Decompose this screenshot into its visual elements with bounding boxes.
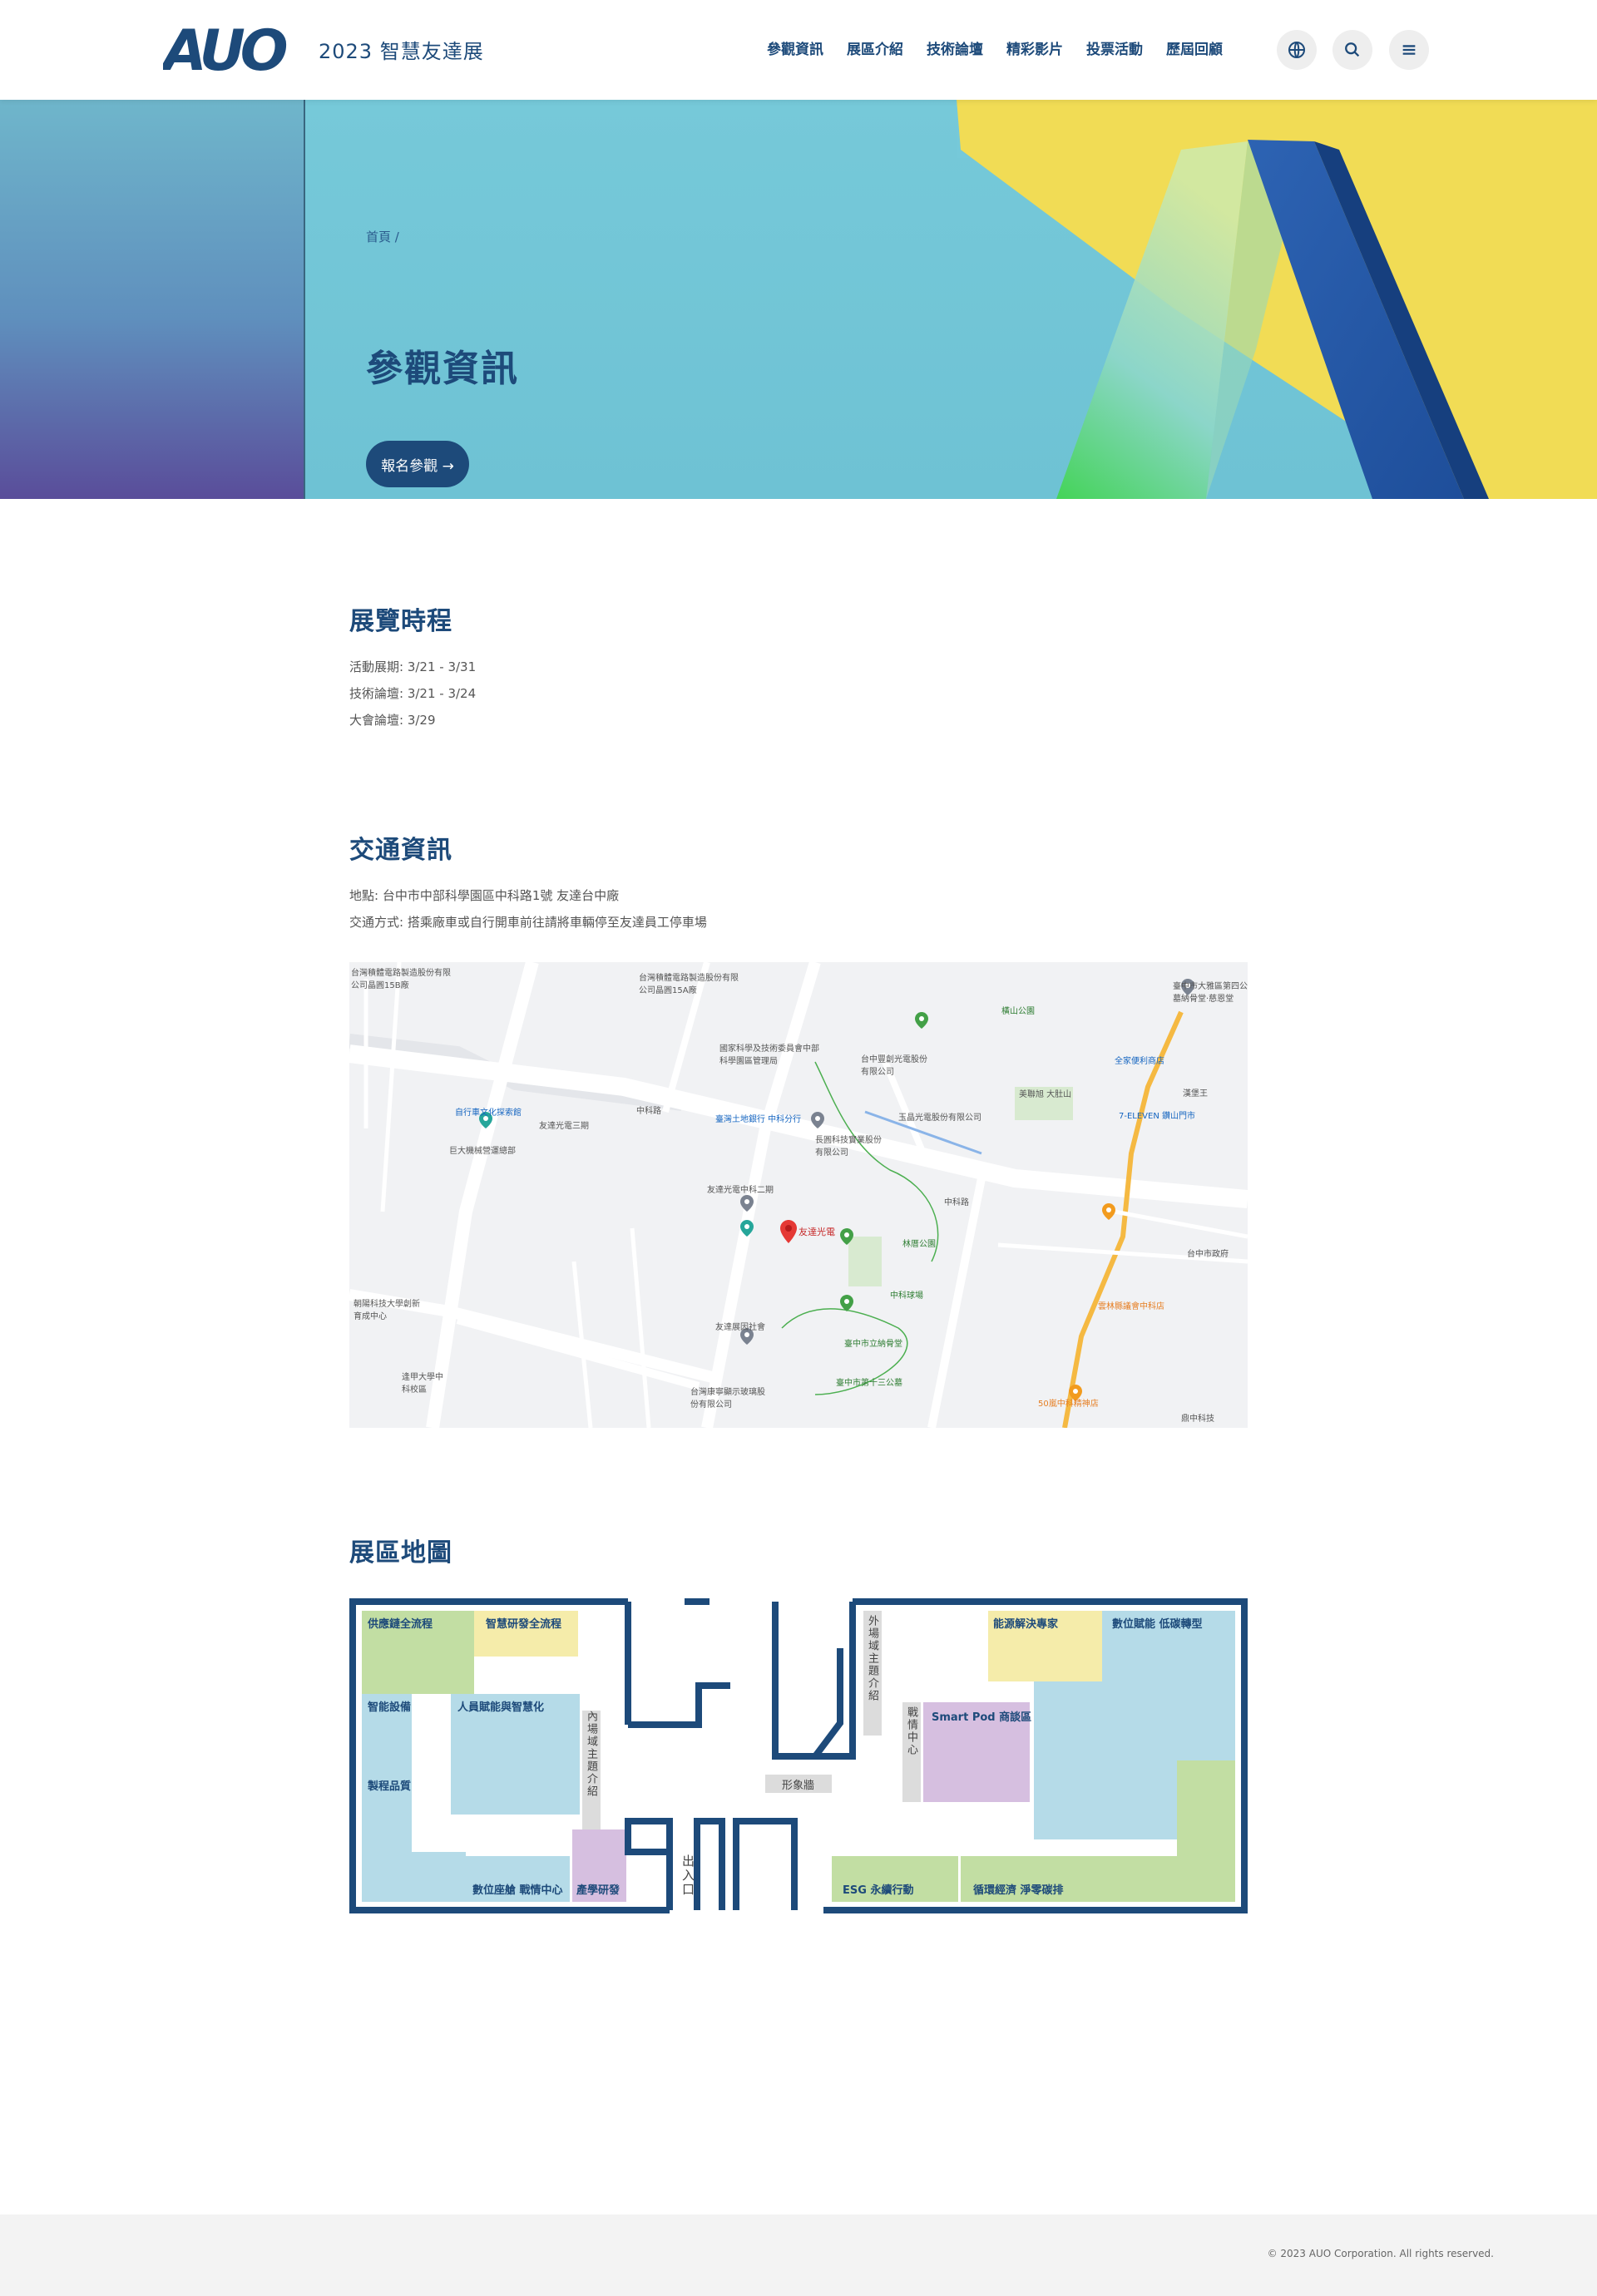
poi-marker-icon[interactable] [740,1195,754,1212]
map-label: 中科球場 [890,1291,923,1301]
schedule-title: 展覽時程 [349,607,452,636]
zone-label[interactable]: 產學研發 [576,1881,620,1897]
map-label: 台灣積體電路製造股份有限公司晶圓15B廠 [351,969,451,990]
breadcrumb[interactable]: 首頁 / [366,228,399,245]
map-label: 台中市政府 [1187,1250,1229,1259]
zone-label[interactable]: 人員賦能與智慧化 [457,1698,544,1714]
map-label: 美聯旭 大肚山 [1019,1090,1072,1099]
poi-marker-icon[interactable] [840,1295,853,1311]
search-button[interactable] [1332,30,1372,70]
map-label: 7-ELEVEN 鑽山門市 [1119,1112,1195,1121]
auo-logo[interactable]: AUO [163,25,298,75]
entrance-label[interactable]: 出入口 [680,1854,697,1904]
poi-marker-icon[interactable] [811,1112,824,1128]
map-road-label: 中科路 [636,1107,661,1116]
language-button[interactable] [1277,30,1317,70]
map-label: 玉晶光電股份有限公司 [898,1113,981,1123]
zone-label[interactable]: 能源解決專家 [993,1615,1058,1631]
floor-map-title: 展區地圖 [349,1538,452,1568]
logo-text: AUO [163,25,287,75]
hero-banner: 首頁 / 參觀資訊 報名參觀 → [0,100,1597,499]
zone-label[interactable]: 循環經濟 淨零碳排 [973,1881,1064,1897]
map-label: 橫山公園 [1001,1007,1035,1016]
hero-3d-letter-graphic [957,100,1597,499]
zone-label[interactable]: 戰情中心 [903,1706,919,1802]
zone-label[interactable]: 外場域主題介紹 [864,1615,880,1736]
map-roads [349,962,1248,1428]
register-visit-button[interactable]: 報名參觀 → [366,441,469,487]
zone-label[interactable]: Smart Pod 商談區 [932,1708,1031,1724]
map-label: 50嵐中科精神店 [1038,1400,1099,1409]
zone-label[interactable]: 數位座艙 戰情中心 [472,1881,563,1897]
menu-icon [1402,45,1416,55]
floor-map: 供應鏈全流程 智慧研發全流程 智能設備 人員賦能與智慧化 製程品質 內場域主題介… [349,1598,1248,1914]
page-title: 參觀資訊 [366,348,519,390]
map-label: 台中豐創光電股份有限公司 [861,1055,927,1077]
zone-label[interactable]: 形象牆 [782,1776,814,1792]
main-nav: 參觀資訊 展區介紹 技術論壇 精彩影片 投票活動 歷屆回顧 [767,37,1246,58]
zone-label[interactable]: 數位賦能 低碳轉型 [1112,1615,1203,1631]
nav-history[interactable]: 歷屆回顧 [1166,37,1223,58]
transport-address: 地點: 台中市中部科學園區中科路1號 友達台中廠 [349,888,620,903]
zone-label[interactable]: 供應鏈全流程 [368,1615,433,1631]
site-title: 2023 智慧友達展 [319,40,484,63]
nav-visit-info[interactable]: 參觀資訊 [767,37,823,58]
poi-marker-icon[interactable] [840,1228,853,1245]
map-label: 台灣康寧顯示玻璃股份有限公司 [690,1388,765,1410]
hero-side-panel [0,100,304,499]
zone-label[interactable]: ESG 永續行動 [843,1881,913,1897]
map-label: 國家科學及技術委員會中部科學園區管理局 [719,1044,819,1066]
map-label: 臺灣土地銀行 中科分行 [715,1115,802,1124]
map-label: 朝陽科技大學創新育成中心 [354,1300,420,1321]
schedule-line: 技術論壇: 3/21 - 3/24 [349,686,477,701]
floor-plan [349,1598,1248,1913]
map-label: 巨大機械營運總部 [449,1147,516,1156]
schedule-line: 活動展期: 3/21 - 3/31 [349,659,477,674]
map-label: 友達展因社會 [715,1323,765,1332]
map-label: 臺中市立納骨堂 [844,1340,902,1349]
site-header: AUO 2023 智慧友達展 參觀資訊 展區介紹 技術論壇 精彩影片 投票活動 … [0,0,1597,100]
globe-icon [1288,42,1305,58]
map-label: 全家便利商店 [1115,1057,1164,1066]
map-label: 友達光電三期 [539,1122,589,1131]
copyright: © 2023 AUO Corporation. All rights reser… [1267,2248,1494,2259]
map-road-label: 中科路 [944,1198,969,1207]
nav-voting[interactable]: 投票活動 [1086,37,1143,58]
poi-marker-icon[interactable] [1102,1203,1115,1220]
nav-exhibit-intro[interactable]: 展區介紹 [847,37,903,58]
nav-videos[interactable]: 精彩影片 [1006,37,1063,58]
map-label: 台灣積體電路製造股份有限公司晶圓15A廠 [639,974,739,995]
zone-label[interactable]: 內場域主題介紹 [583,1711,599,1852]
zone-label[interactable]: 智能設備 [368,1698,411,1714]
map-label: 林厝公園 [902,1240,936,1249]
transport-title: 交通資訊 [349,836,452,865]
site-footer: © 2023 AUO Corporation. All rights reser… [0,2215,1597,2296]
map-label: 友達光電中科二期 [707,1186,774,1195]
map-label: 鼎中科技 [1181,1415,1214,1424]
location-map[interactable]: 台灣積體電路製造股份有限公司晶圓15B廠 台灣積體電路製造股份有限公司晶圓15A… [349,962,1248,1428]
poi-marker-icon[interactable] [740,1220,754,1237]
transport-method: 交通方式: 搭乘廠車或自行開車前往請將車輛停至友達員工停車場 [349,915,707,930]
map-label: 臺中市第十三公墓 [836,1379,902,1388]
poi-marker-icon[interactable] [915,1012,928,1029]
map-label-destination[interactable]: 友達光電 [798,1225,835,1238]
location-pin-icon[interactable] [780,1220,797,1243]
search-icon [1345,42,1360,57]
map-label: 臺中市大雅區第四公墓納骨堂·慈恩堂 [1173,982,1248,1004]
zone-label[interactable]: 製程品質 [368,1777,411,1793]
map-label: 逢甲大學中科校區 [402,1373,443,1395]
map-label: 長圓科技實業股份有限公司 [815,1136,882,1158]
menu-button[interactable] [1389,30,1429,70]
nav-tech-forum[interactable]: 技術論壇 [927,37,983,58]
schedule-line: 大會論壇: 3/29 [349,713,436,728]
map-label: 自行車文化探索館 [455,1108,522,1118]
zone-label[interactable]: 智慧研發全流程 [486,1615,561,1631]
map-label: 雲林縣議會中科店 [1098,1302,1164,1311]
map-label: 漢堡王 [1183,1089,1208,1099]
